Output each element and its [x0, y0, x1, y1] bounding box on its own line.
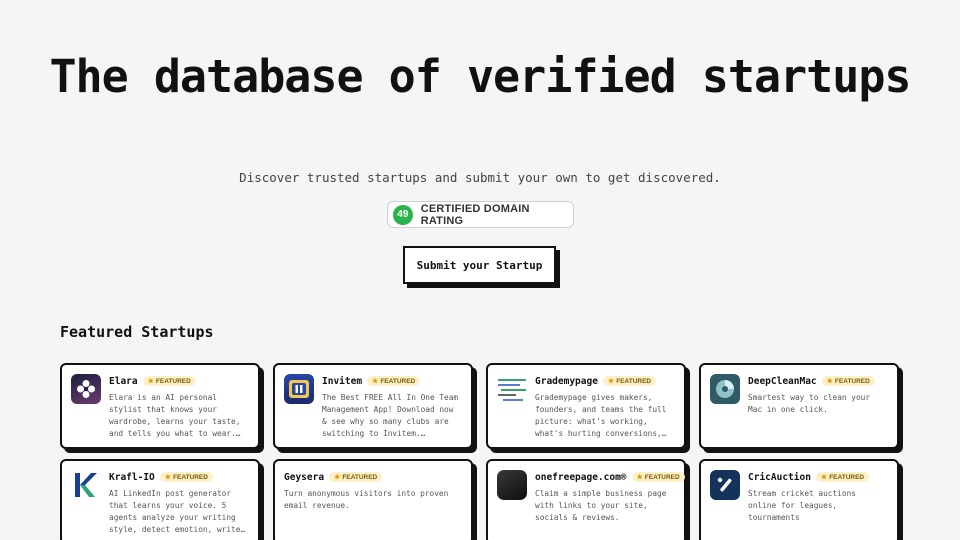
- startup-description: The Best FREE All In One Team Management…: [322, 393, 459, 438]
- startup-card-elara[interactable]: Elara ★ FEATURED Elara is an AI personal …: [60, 363, 260, 449]
- star-icon: ★: [147, 378, 154, 385]
- startup-name: Grademypage: [535, 375, 598, 387]
- invitem-logo-icon: [284, 374, 314, 404]
- featured-badge: ★ FEATURED: [602, 376, 657, 386]
- startup-name: DeepCleanMac: [748, 375, 817, 387]
- startup-card-deepcleanmac[interactable]: DeepCleanMac ★ FEATURED Smartest way to c…: [699, 363, 899, 449]
- startup-name: Krafl-IO: [109, 471, 155, 483]
- domain-rating-badge: 49 CERTIFIED DOMAIN RATING: [387, 201, 574, 228]
- featured-badge: ★ FEATURED: [815, 472, 870, 482]
- elara-logo-icon: [71, 374, 101, 404]
- startup-description: Elara is an AI personal stylist that kno…: [109, 393, 241, 438]
- star-icon: ★: [636, 474, 643, 481]
- cricauction-logo-icon: [710, 470, 740, 500]
- featured-badge: ★ FEATURED: [821, 376, 875, 386]
- page-title: The database of verified startups: [49, 50, 911, 103]
- startup-card-geysera[interactable]: Geysera ★ FEATURED Turn anonymous visitor…: [273, 459, 473, 540]
- featured-grid: Elara ★ FEATURED Elara is an AI personal …: [60, 363, 902, 540]
- startup-name: Geysera: [284, 471, 325, 483]
- section-title-featured: Featured Startups: [60, 323, 214, 341]
- startup-description: AI LinkedIn post generator that learns y…: [109, 489, 246, 534]
- featured-badge: ★ FEATURED: [159, 472, 213, 482]
- star-icon: ★: [372, 378, 379, 385]
- star-icon: ★: [334, 474, 341, 481]
- deepcleanmac-logo-icon: [710, 374, 740, 404]
- startup-card-invitem[interactable]: Invitem ★ FEATURED The Best FREE All In O…: [273, 363, 473, 449]
- startup-name: Invitem: [322, 375, 363, 387]
- rating-label: CERTIFIED DOMAIN RATING: [420, 202, 530, 227]
- star-icon: ★: [164, 474, 172, 481]
- star-icon: ★: [820, 474, 828, 481]
- startup-name: CricAuction: [748, 471, 811, 483]
- startup-description: Stream cricket auctions online for leagu…: [748, 489, 856, 522]
- onefreepage-logo-icon: [497, 470, 527, 500]
- krafl-logo-icon: [71, 470, 101, 500]
- featured-badge: ★ FEATURED: [142, 376, 196, 386]
- startup-name: onefreepage.com®: [535, 471, 627, 483]
- startup-card-onefreepage[interactable]: onefreepage.com® ★ FEATURED Claim a simpl…: [486, 459, 686, 540]
- featured-badge: ★ FEATURED: [631, 472, 685, 482]
- featured-badge: ★ FEATURED: [367, 376, 421, 386]
- featured-badge: ★ FEATURED: [329, 472, 383, 482]
- startup-description: Smartest way to clean your Mac in one cl…: [748, 393, 871, 414]
- rating-value: 49: [393, 204, 413, 225]
- startup-card-grademypage[interactable]: Grademypage ★ FEATURED Grademypage gives …: [486, 363, 686, 449]
- star-icon: ★: [607, 378, 615, 385]
- startup-description: Grademypage gives makers, founders, and …: [535, 393, 667, 438]
- grademypage-logo-icon: [497, 374, 527, 404]
- startup-description: Claim a simple business page with links …: [535, 489, 667, 522]
- star-icon: ★: [826, 378, 833, 385]
- startup-card-krafl-io[interactable]: Krafl-IO ★ FEATURED AI LinkedIn post gene…: [60, 459, 260, 540]
- startup-name: Elara: [109, 375, 138, 387]
- startup-description: Turn anonymous visitors into proven emai…: [284, 489, 449, 510]
- submit-startup-button[interactable]: Submit your Startup: [403, 246, 556, 284]
- hero-subtitle: Discover trusted startups and submit you…: [239, 170, 721, 185]
- startup-card-cricauction[interactable]: CricAuction ★ FEATURED Stream cricket auc…: [699, 459, 899, 540]
